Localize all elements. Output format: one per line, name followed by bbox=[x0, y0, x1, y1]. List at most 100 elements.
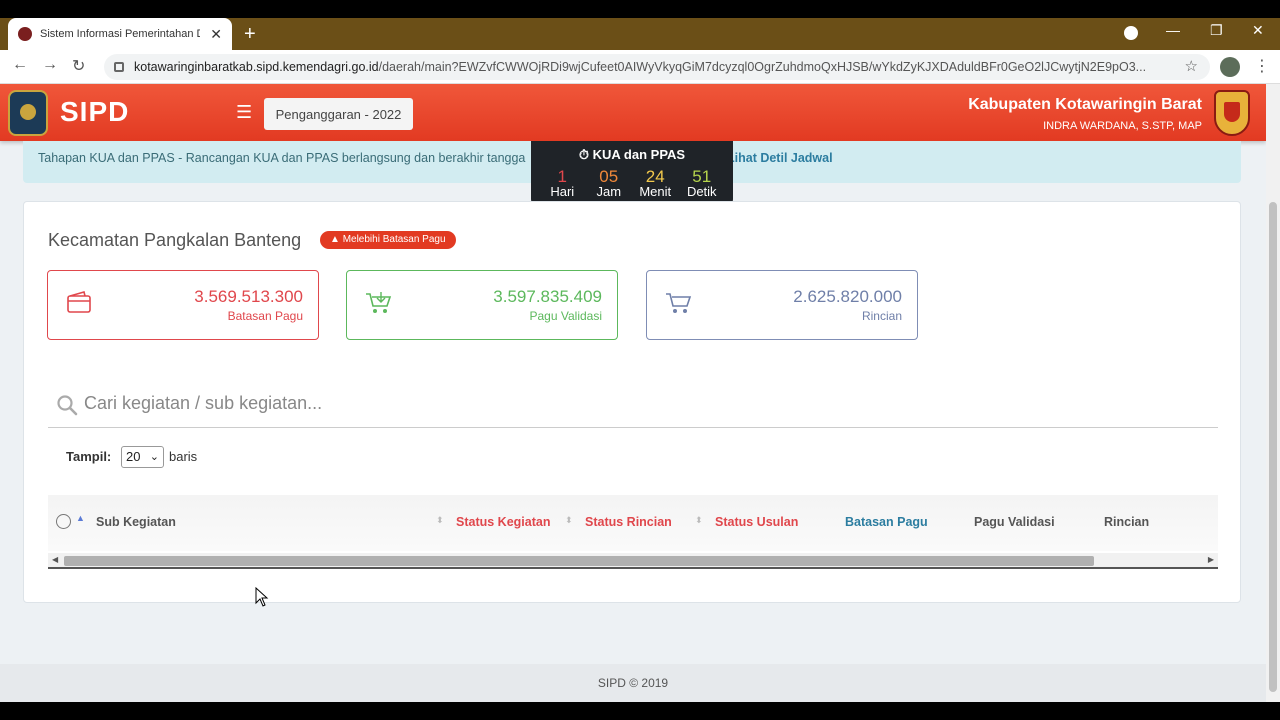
table-header: ▲ Sub Kegiatan ⬍ Status Kegiatan ⬍ Statu… bbox=[48, 495, 1218, 551]
stat-value: 3.569.513.300 bbox=[194, 287, 303, 306]
warning-icon: ▲ bbox=[330, 234, 340, 245]
rows-per-page-select[interactable]: 20 ⌄ bbox=[121, 446, 164, 468]
stat-pagu-validasi: 3.597.835.409 Pagu Validasi bbox=[346, 270, 618, 340]
countdown-minutes: 24 Menit bbox=[633, 168, 677, 199]
column-rincian[interactable]: Rincian bbox=[1104, 515, 1149, 529]
schedule-detail-link[interactable]: Lihat Detil Jadwal bbox=[727, 151, 833, 165]
cart-icon bbox=[666, 293, 692, 313]
favicon-icon bbox=[18, 27, 32, 41]
stat-rincian: 2.625.820.000 Rincian bbox=[646, 270, 918, 340]
mouse-cursor-icon bbox=[255, 587, 269, 607]
sort-icon[interactable]: ⬍ bbox=[436, 515, 444, 526]
select-all-radio[interactable] bbox=[56, 514, 71, 529]
scroll-right-icon[interactable]: ▶ bbox=[1208, 555, 1214, 564]
wallet-icon bbox=[67, 291, 91, 313]
horizontal-scrollbar[interactable]: ◀ ▶ bbox=[48, 553, 1218, 569]
countdown-days-value: 1 bbox=[557, 167, 567, 186]
search-icon bbox=[57, 395, 78, 416]
page-scrollbar[interactable] bbox=[1266, 84, 1280, 702]
show-label: Tampil: bbox=[66, 449, 112, 464]
page: SIPD ☰ Penganggaran - 2022 Kabupaten Kot… bbox=[0, 84, 1266, 702]
stat-label: Pagu Validasi bbox=[529, 309, 603, 323]
back-icon[interactable]: ← bbox=[12, 56, 28, 74]
stat-label: Rincian bbox=[861, 309, 902, 323]
crest-shield bbox=[1224, 102, 1240, 122]
browser-tabbar: Sistem Informasi Pemerintahan D ✕ + — ❐ … bbox=[0, 0, 1280, 50]
region-crest bbox=[1214, 90, 1250, 136]
reload-icon[interactable]: ↻ bbox=[72, 56, 85, 76]
countdown-minutes-label: Menit bbox=[639, 184, 672, 199]
column-pagu-validasi[interactable]: Pagu Validasi bbox=[974, 515, 1055, 529]
countdown-seconds-value: 51 bbox=[692, 167, 712, 186]
menu-toggle-icon[interactable]: ☰ bbox=[236, 102, 252, 123]
profile-dropdown-icon[interactable] bbox=[1124, 26, 1138, 40]
search-input[interactable] bbox=[84, 388, 1184, 418]
column-status-rincian[interactable]: Status Rincian bbox=[585, 515, 672, 529]
forward-icon[interactable]: → bbox=[42, 56, 58, 74]
column-status-kegiatan[interactable]: Status Kegiatan bbox=[456, 515, 550, 529]
cart-plus-icon bbox=[366, 292, 392, 313]
countdown-title: ⏱ KUA dan PPAS bbox=[531, 147, 733, 163]
close-tab-icon[interactable]: ✕ bbox=[210, 26, 222, 43]
logo-emblem bbox=[20, 104, 36, 120]
countdown-title-text: KUA dan PPAS bbox=[592, 147, 686, 162]
countdown-days-label: Hari bbox=[550, 184, 575, 199]
scroll-left-icon[interactable]: ◀ bbox=[52, 555, 58, 564]
address-bar[interactable]: kotawaringinbaratkab.sipd.kemendagri.go.… bbox=[104, 54, 1210, 80]
year-select[interactable]: Penganggaran - 2022 bbox=[264, 98, 413, 130]
column-status-usulan[interactable]: Status Usulan bbox=[715, 515, 798, 529]
browser-tab[interactable]: Sistem Informasi Pemerintahan D ✕ bbox=[8, 18, 232, 50]
countdown-hours-label: Jam bbox=[596, 184, 622, 199]
stat-label: Batasan Pagu bbox=[227, 309, 303, 323]
countdown-seconds: 51 Detik bbox=[680, 168, 724, 199]
kecamatan-card: Kecamatan Pangkalan Banteng ▲ Melebihi B… bbox=[23, 201, 1241, 603]
countdown-seconds-label: Detik bbox=[686, 184, 717, 199]
new-tab-icon[interactable]: + bbox=[244, 22, 256, 46]
window-close-icon[interactable]: ✕ bbox=[1252, 22, 1264, 39]
footer: SIPD © 2019 bbox=[0, 664, 1266, 702]
page-scrollbar-thumb[interactable] bbox=[1269, 202, 1277, 692]
region-name: Kabupaten Kotawaringin Barat bbox=[968, 96, 1202, 113]
profile-avatar[interactable] bbox=[1220, 57, 1240, 77]
countdown-timer: ⏱ KUA dan PPAS 1 Hari 05 Jam 24 Menit 51… bbox=[531, 141, 733, 207]
lock-icon bbox=[114, 62, 124, 72]
stat-value: 3.597.835.409 bbox=[493, 287, 602, 306]
countdown-hours-value: 05 bbox=[599, 167, 619, 186]
bookmark-star-icon[interactable]: ☆ bbox=[1185, 57, 1198, 75]
app-header: SIPD ☰ Penganggaran - 2022 Kabupaten Kot… bbox=[0, 84, 1266, 141]
tabbar-top bbox=[0, 0, 1280, 18]
url-text: kotawaringinbaratkab.sipd.kemendagri.go.… bbox=[134, 60, 1174, 74]
url-host: kotawaringinbaratkab.sipd.kemendagri.go.… bbox=[134, 60, 379, 74]
stopwatch-icon: ⏱ bbox=[578, 147, 590, 162]
sort-icon[interactable]: ⬍ bbox=[695, 515, 703, 526]
minimize-icon[interactable]: — bbox=[1166, 22, 1180, 38]
column-batasan-pagu[interactable]: Batasan Pagu bbox=[845, 515, 928, 529]
stat-value: 2.625.820.000 bbox=[793, 287, 902, 306]
rows-label: baris bbox=[169, 449, 198, 464]
restore-icon[interactable]: ❐ bbox=[1210, 22, 1223, 39]
chevron-down-icon: ⌄ bbox=[149, 451, 159, 463]
tab-title: Sistem Informasi Pemerintahan D bbox=[40, 28, 200, 40]
over-limit-text: Melebihi Batasan Pagu bbox=[342, 234, 446, 245]
rows-per-page-value: 20 bbox=[126, 449, 141, 464]
schedule-info-text: Tahapan KUA dan PPAS - Rancangan KUA dan… bbox=[38, 151, 526, 165]
sort-asc-icon[interactable]: ▲ bbox=[76, 513, 85, 523]
countdown-values: 1 Hari 05 Jam 24 Menit 51 Detik bbox=[531, 168, 733, 199]
browser-toolbar: ← → ↻ kotawaringinbaratkab.sipd.kemendag… bbox=[0, 50, 1280, 84]
countdown-days: 1 Hari bbox=[540, 168, 584, 199]
sipd-logo bbox=[8, 90, 48, 136]
screen-bottom-edge bbox=[0, 702, 1280, 720]
browser-menu-icon[interactable]: ⋮ bbox=[1254, 56, 1270, 76]
search-bar bbox=[48, 380, 1218, 428]
column-sub-kegiatan[interactable]: Sub Kegiatan bbox=[96, 515, 176, 529]
user-name[interactable]: INDRA WARDANA, S.STP, MAP bbox=[1043, 120, 1202, 132]
stat-batasan-pagu: 3.569.513.300 Batasan Pagu bbox=[47, 270, 319, 340]
over-limit-badge: ▲ Melebihi Batasan Pagu bbox=[320, 231, 456, 249]
brand-name: SIPD bbox=[60, 96, 130, 127]
countdown-hours: 05 Jam bbox=[587, 168, 631, 199]
url-path: /daerah/main?EWZvfCWWOjRDi9wjCufeet0AIWy… bbox=[378, 60, 1147, 74]
countdown-minutes-value: 24 bbox=[645, 167, 665, 186]
sort-icon[interactable]: ⬍ bbox=[565, 515, 573, 526]
scrollbar-thumb[interactable] bbox=[64, 556, 1094, 566]
kecamatan-title: Kecamatan Pangkalan Banteng bbox=[48, 230, 302, 250]
